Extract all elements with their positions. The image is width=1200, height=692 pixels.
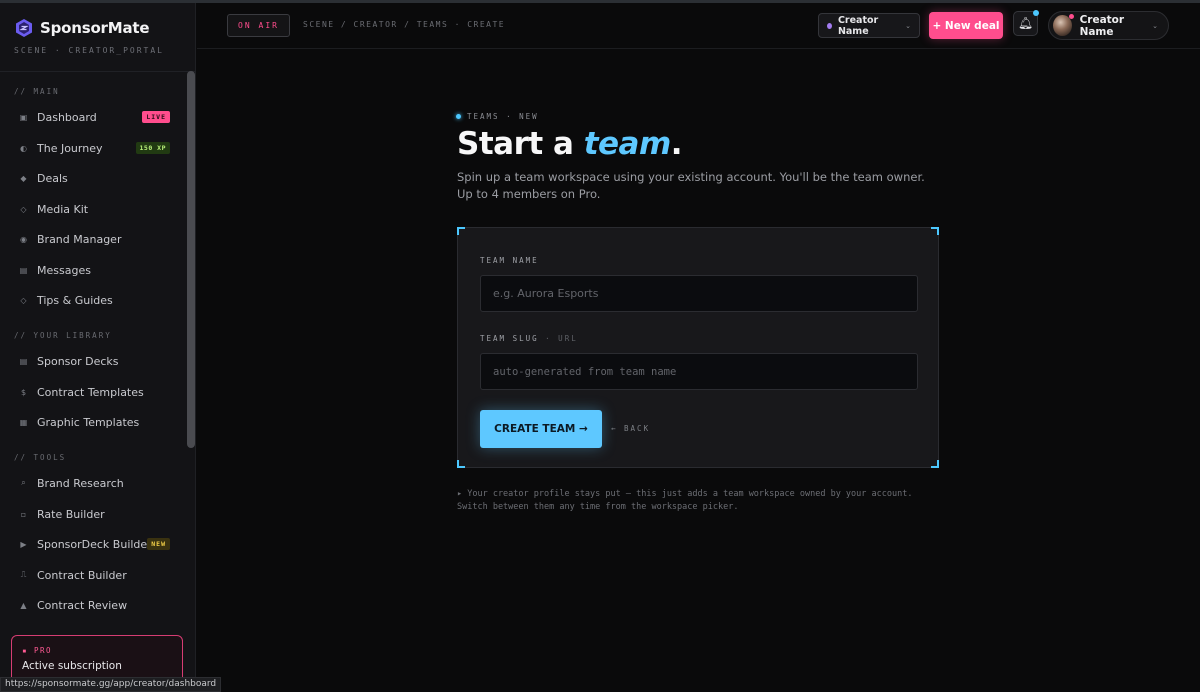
sidebar-item-label: Brand Manager xyxy=(37,232,122,246)
corner-bracket-icon xyxy=(931,227,939,235)
title-prefix: Start a xyxy=(457,126,584,162)
sidebar-item-label: Contract Builder xyxy=(37,568,127,582)
sidebar-item-label: Tips & Guides xyxy=(37,293,113,307)
on-air-indicator: ON AIR xyxy=(227,14,290,37)
sidebar-item-contract-review[interactable]: ▲ Contract Review xyxy=(0,590,186,620)
team-name-label: TEAM NAME xyxy=(480,256,539,265)
journey-icon: ◐ xyxy=(20,143,27,153)
sidebar-item-label: SponsorDeck Builder xyxy=(37,537,152,551)
sidebar-item-label: The Journey xyxy=(37,141,103,155)
team-slug-label-hint: · URL xyxy=(545,334,578,343)
contract-builder-icon: ⎍ xyxy=(20,570,27,579)
sidebar: SponsorMate SCENE · CREATOR_PORTAL // MA… xyxy=(0,3,196,692)
sidebar-item-messages[interactable]: ▤ Messages xyxy=(0,255,186,285)
eyebrow-text: TEAMS · NEW xyxy=(467,112,539,121)
section-label-library: // YOUR LIBRARY xyxy=(14,331,112,340)
sidebar-item-the-journey[interactable]: ◐ The Journey 150 XP xyxy=(0,133,186,163)
contract-review-icon: ▲ xyxy=(20,600,27,610)
sidebar-item-sponsor-decks[interactable]: ▤ Sponsor Decks xyxy=(0,346,186,376)
avatar-status-dot-icon xyxy=(1068,14,1074,19)
sidebar-item-contract-builder[interactable]: ⎍ Contract Builder xyxy=(0,560,186,590)
notifications-button[interactable]: 🔔︎ xyxy=(1013,10,1039,36)
live-badge: LIVE xyxy=(142,111,170,123)
messages-icon: ▤ xyxy=(19,265,28,275)
sidebar-item-deals[interactable]: ◆ Deals xyxy=(0,163,186,193)
graphic-templates-icon: ▦ xyxy=(19,417,28,427)
sidebar-item-contract-templates[interactable]: $ Contract Templates xyxy=(0,377,186,407)
sponsormate-logo-icon xyxy=(16,19,32,37)
create-team-form: TEAM NAME TEAM SLUG · URL CREATE TEAM → … xyxy=(457,227,939,468)
sidebar-item-label: Sponsor Decks xyxy=(37,354,119,368)
sidebar-item-label: Rate Builder xyxy=(37,507,105,521)
status-bar-url: https://sponsormate.gg/app/creator/dashb… xyxy=(0,677,222,692)
account-select[interactable]: Creator Name ⌄ xyxy=(818,13,920,38)
brand-name: SponsorMate xyxy=(40,19,150,37)
corner-bracket-icon xyxy=(457,460,465,468)
chevron-down-icon: ⌄ xyxy=(1152,21,1158,30)
topbar: ON AIR SCENE / CREATOR / TEAMS · CREATE … xyxy=(197,3,1200,49)
chevron-down-icon: ⌄ xyxy=(905,21,911,30)
team-slug-label-text: TEAM SLUG xyxy=(480,334,539,343)
page-description: Spin up a team workspace using your exis… xyxy=(457,170,925,201)
back-link[interactable]: ← BACK xyxy=(611,424,650,433)
sidebar-divider xyxy=(0,71,195,72)
team-slug-label: TEAM SLUG · URL xyxy=(480,334,578,343)
user-menu[interactable]: Creator Name ⌄ xyxy=(1048,11,1169,40)
sidebar-item-label: Brand Research xyxy=(37,476,124,490)
sponsordeck-builder-icon: ▶ xyxy=(20,539,27,549)
sidebar-item-rate-builder[interactable]: ▫ Rate Builder xyxy=(0,499,186,529)
brand-subtitle: SCENE · CREATOR_PORTAL xyxy=(14,46,164,55)
sidebar-item-label: Graphic Templates xyxy=(37,415,140,429)
sidebar-item-label: Messages xyxy=(37,263,91,277)
brand-research-icon: ⌕ xyxy=(21,478,26,487)
account-status-dot-icon xyxy=(827,22,832,29)
footnote: ▸ Your creator profile stays put — this … xyxy=(457,489,913,512)
sidebar-item-sponsordeck-builder[interactable]: ▶ SponsorDeck Builder NEW xyxy=(0,529,186,559)
page-title: Start a team. xyxy=(457,126,683,162)
xp-badge: 150 XP xyxy=(135,142,170,154)
dashboard-icon: ▣ xyxy=(19,112,28,122)
eyebrow-dot-icon xyxy=(456,114,461,119)
sidebar-item-media-kit[interactable]: ◇ Media Kit xyxy=(0,194,186,224)
rate-builder-icon: ▫ xyxy=(20,509,27,519)
notification-dot-icon xyxy=(1033,10,1039,16)
new-badge: NEW xyxy=(147,538,170,550)
sidebar-item-tips-guides[interactable]: ◇ Tips & Guides xyxy=(0,285,186,315)
title-suffix: . xyxy=(670,126,683,162)
bell-icon: 🔔︎ xyxy=(1017,16,1034,30)
pro-tag: ▪ PRO xyxy=(22,646,53,655)
sidebar-item-brand-research[interactable]: ⌕ Brand Research xyxy=(0,468,186,498)
brand-manager-icon: ◉ xyxy=(20,234,27,244)
sidebar-item-label: Contract Templates xyxy=(37,385,144,399)
sidebar-item-label: Dashboard xyxy=(37,110,97,124)
title-accent: team xyxy=(583,126,672,162)
corner-bracket-icon xyxy=(457,227,465,235)
contract-templates-icon: $ xyxy=(20,387,27,397)
sidebar-item-label: Media Kit xyxy=(37,202,89,216)
deals-icon: ◆ xyxy=(20,173,27,183)
media-kit-icon: ◇ xyxy=(20,204,27,214)
create-team-button[interactable]: CREATE TEAM → xyxy=(480,410,602,448)
account-select-label: Creator Name xyxy=(837,14,879,37)
team-slug-input[interactable] xyxy=(480,353,918,390)
sidebar-item-label: Deals xyxy=(37,171,68,185)
pro-title: Active subscription xyxy=(22,660,122,672)
page-eyebrow: TEAMS · NEW xyxy=(456,112,539,121)
corner-bracket-icon xyxy=(931,460,939,468)
avatar xyxy=(1053,14,1074,36)
team-name-input[interactable] xyxy=(480,275,918,312)
breadcrumb: SCENE / CREATOR / TEAMS · CREATE xyxy=(303,20,506,29)
sponsor-decks-icon: ▤ xyxy=(19,356,28,366)
section-label-main: // MAIN xyxy=(14,87,60,96)
brand[interactable]: SponsorMate xyxy=(16,19,150,37)
sidebar-item-graphic-templates[interactable]: ▦ Graphic Templates xyxy=(0,407,186,437)
sidebar-item-dashboard[interactable]: ▣ Dashboard LIVE xyxy=(0,102,186,132)
tips-icon: ◇ xyxy=(20,295,27,305)
sidebar-item-label: Contract Review xyxy=(37,598,128,612)
sidebar-scrollbar[interactable] xyxy=(187,71,195,448)
sidebar-item-brand-manager[interactable]: ◉ Brand Manager xyxy=(0,224,186,254)
section-label-tools: // TOOLS xyxy=(14,453,67,462)
new-deal-button[interactable]: + New deal xyxy=(929,12,1003,39)
user-name: Creator Name xyxy=(1079,13,1125,38)
